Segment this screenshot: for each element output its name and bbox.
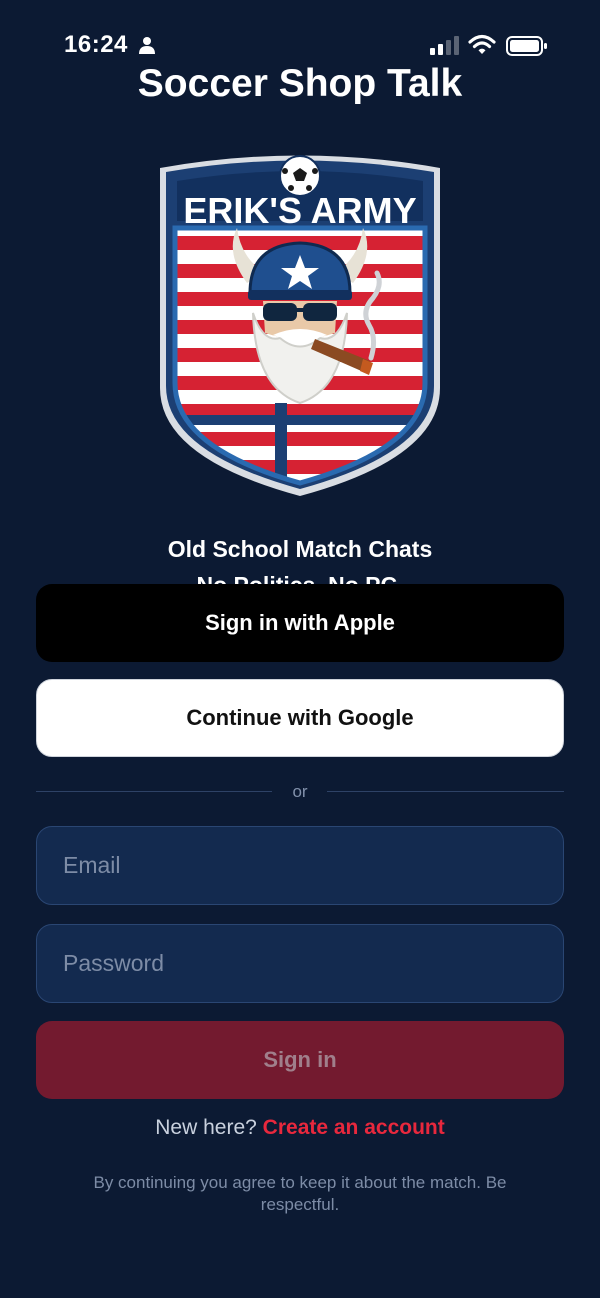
or-divider: or xyxy=(36,780,564,804)
password-input[interactable] xyxy=(37,925,563,1002)
divider-line-right xyxy=(327,791,564,792)
password-field[interactable] xyxy=(36,924,564,1003)
sign-in-button[interactable]: Sign in xyxy=(36,1021,564,1099)
tagline-line-1: Old School Match Chats xyxy=(167,536,433,562)
signup-row: New here? Create an account xyxy=(0,1116,600,1140)
signal-icon xyxy=(430,36,459,55)
crest-logo: ERIK'S ARMY xyxy=(160,155,440,496)
status-time: 16:24 xyxy=(64,31,128,58)
legal-notice: By continuing you agree to keep it about… xyxy=(93,1173,507,1214)
create-account-link[interactable]: Create an account xyxy=(263,1116,445,1139)
person-icon xyxy=(139,37,155,54)
email-field[interactable] xyxy=(36,826,564,905)
battery-icon xyxy=(506,36,547,56)
email-input[interactable] xyxy=(37,827,563,904)
wifi-icon xyxy=(468,34,496,54)
continue-with-google-button[interactable]: Continue with Google xyxy=(36,679,564,757)
divider-label: or xyxy=(292,782,308,801)
sign-in-with-apple-button[interactable]: Sign in with Apple xyxy=(36,584,564,662)
signup-prompt: New here? xyxy=(155,1116,257,1139)
app-title: Soccer Shop Talk xyxy=(137,62,463,105)
